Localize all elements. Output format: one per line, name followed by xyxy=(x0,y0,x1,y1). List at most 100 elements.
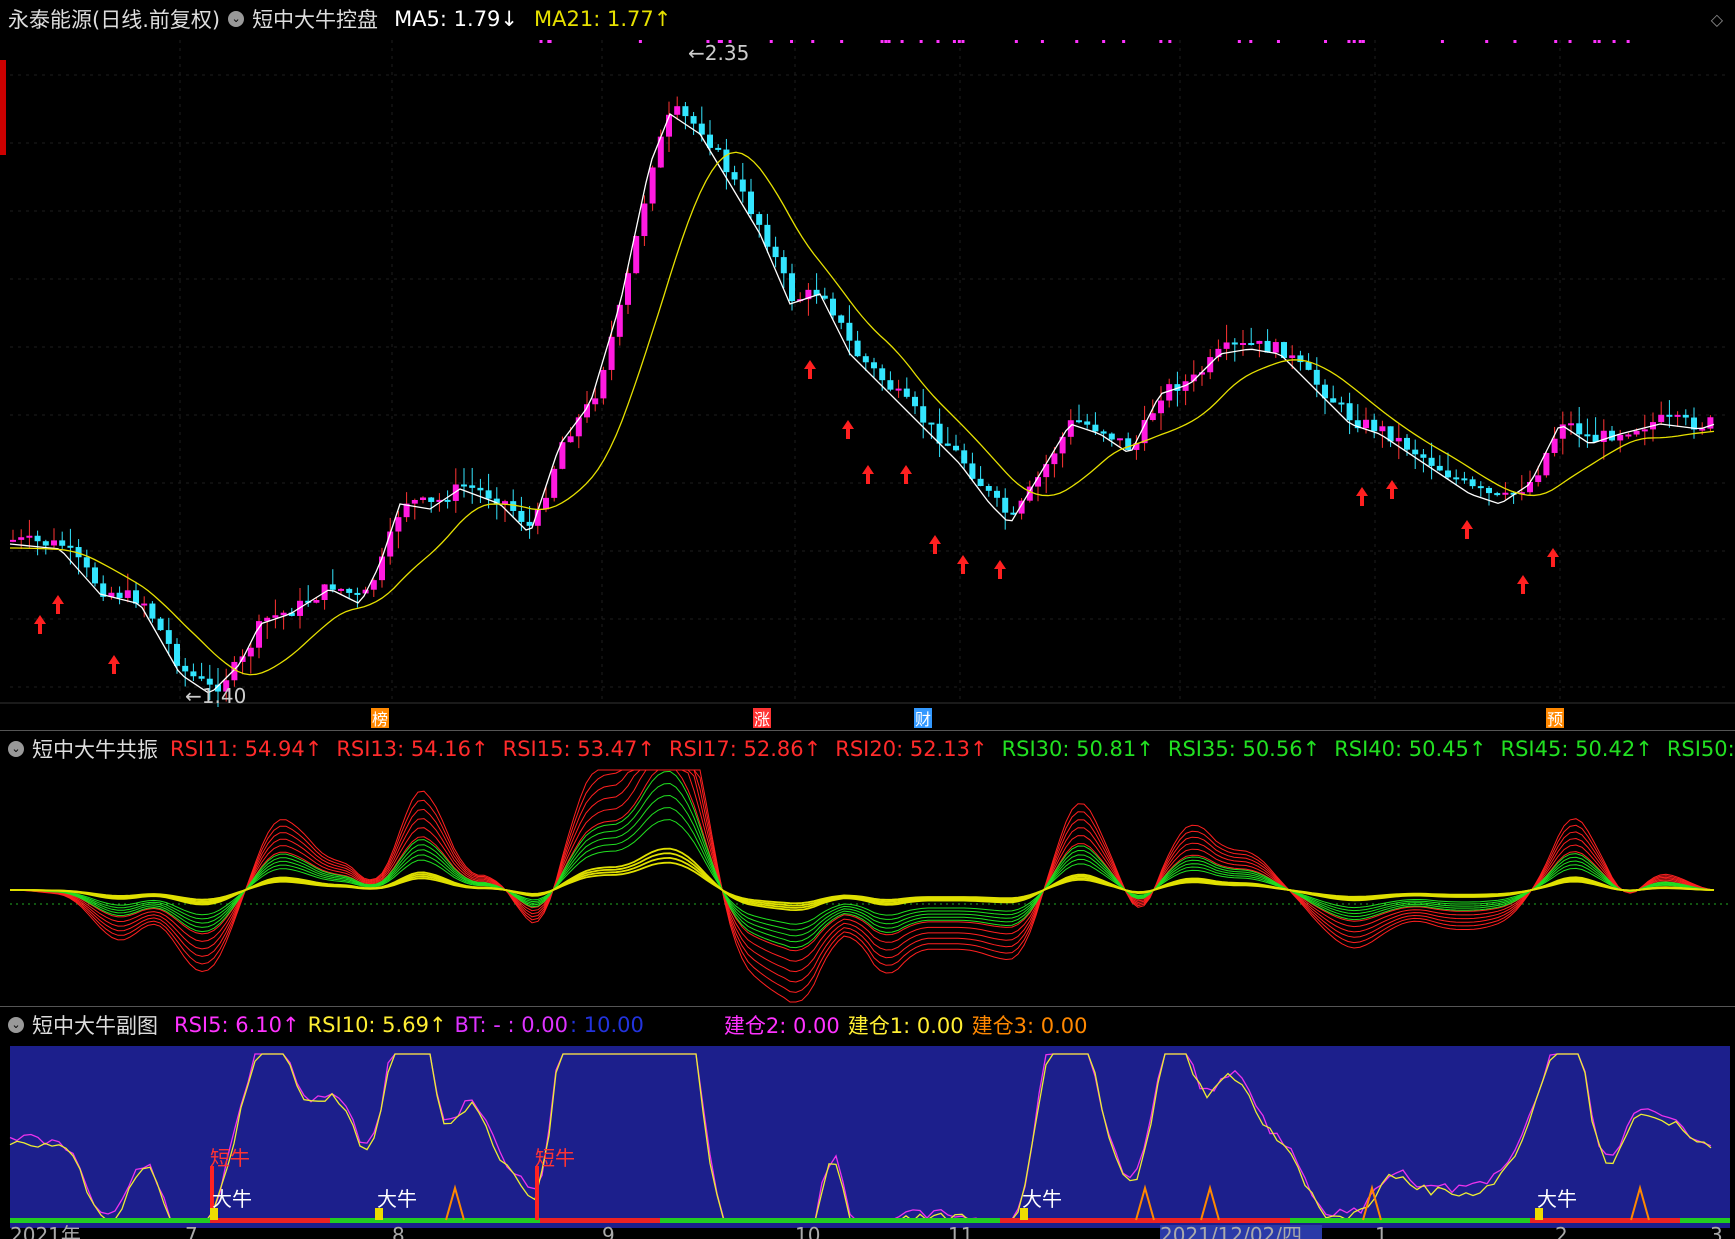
signal-dot xyxy=(919,40,923,43)
candle-up xyxy=(420,497,426,500)
candle-up xyxy=(641,203,648,237)
signal-dot xyxy=(1168,40,1172,43)
rsi-line xyxy=(9,770,1715,949)
candle-up xyxy=(247,647,254,657)
rsi-line xyxy=(9,769,1715,983)
signal-dot xyxy=(1237,40,1241,43)
candle-down xyxy=(944,443,951,446)
buy-arrow-icon xyxy=(994,560,1006,579)
candle-up xyxy=(1625,434,1632,437)
signal-dot xyxy=(728,40,732,43)
resonance-panel[interactable]: ⌄ 短中大牛共振 RSI11: 54.94↑ RSI13: 54.16↑ RSI15… xyxy=(0,730,1735,1007)
signal-dot xyxy=(887,40,891,43)
rsi-resonance-chart xyxy=(9,769,1730,1003)
signal-dot xyxy=(1626,40,1630,43)
candle-up xyxy=(633,236,640,274)
sub-chart-bg xyxy=(10,1046,1730,1228)
candle-down xyxy=(739,179,746,192)
candle-down xyxy=(723,149,730,173)
candle-up xyxy=(395,517,402,532)
event-marker-label: 榜 xyxy=(372,710,388,729)
candle-down xyxy=(1313,369,1320,385)
signal-label: 大牛 xyxy=(1537,1187,1577,1211)
buy-arrow-icon xyxy=(900,465,912,484)
candle-down xyxy=(698,123,705,135)
ma5-line xyxy=(9,113,1715,694)
candle-down xyxy=(1445,470,1451,478)
signal-dot xyxy=(1347,40,1351,43)
price-panel[interactable]: 永泰能源(日线.前复权) ⌄ 短中大牛控盘 MA5: 1.79↓ MA21: 1… xyxy=(0,0,1735,731)
candle-down xyxy=(92,567,98,584)
buy-arrow-icon xyxy=(1517,575,1529,594)
candle-down xyxy=(1428,457,1435,466)
candle-down xyxy=(42,541,49,546)
candle-down xyxy=(969,463,976,479)
candle-up xyxy=(1051,453,1058,465)
signal-dot xyxy=(1276,40,1280,43)
signal-dot xyxy=(1597,40,1601,43)
candle-down xyxy=(1346,403,1353,421)
candle-down xyxy=(1453,477,1460,480)
candle-down xyxy=(830,298,836,316)
candle-up xyxy=(1568,423,1574,426)
candle-up xyxy=(1674,414,1681,417)
signal-label: 大牛 xyxy=(212,1187,252,1211)
x-axis-label: 9 xyxy=(602,1223,615,1239)
candle-down xyxy=(1666,414,1673,417)
signal-dot xyxy=(1554,40,1558,43)
candle-up xyxy=(1158,400,1164,414)
candle-down xyxy=(444,499,451,502)
candle-down xyxy=(1436,465,1443,471)
candle-up xyxy=(1223,342,1230,349)
candle-down xyxy=(772,246,779,258)
candle-down xyxy=(1584,434,1591,437)
candle-down xyxy=(1231,342,1238,345)
candle-down xyxy=(1248,343,1255,346)
candle-down xyxy=(764,224,771,247)
candle-up xyxy=(26,535,33,538)
high-price-label: ←2.35 xyxy=(688,41,749,65)
candle-down xyxy=(1477,486,1484,489)
candle-down xyxy=(1412,449,1419,455)
candle-up xyxy=(313,600,320,603)
sub-panel[interactable]: ⌄ 短中大牛副图 RSI5: 6.10↑ RSI10: 5.69↑ BT: - … xyxy=(0,1006,1735,1239)
buy-arrow-icon xyxy=(804,360,816,379)
signal-dot xyxy=(957,40,961,43)
candle-up xyxy=(51,540,57,546)
candle-up xyxy=(543,497,549,510)
signal-dot xyxy=(1249,40,1253,43)
candle-down xyxy=(690,116,697,124)
candle-down xyxy=(1125,438,1132,450)
candle-down xyxy=(953,445,959,451)
low-price-label: ←1.40 xyxy=(185,684,246,708)
candle-down xyxy=(1576,423,1583,435)
candle-down xyxy=(903,388,910,397)
buy-arrow-icon xyxy=(957,555,969,574)
signal-dot xyxy=(880,40,884,43)
signal-dot xyxy=(1568,40,1572,43)
candle-down xyxy=(920,406,927,423)
candle-up xyxy=(1535,475,1542,483)
candle-up xyxy=(592,398,599,405)
x-axis-label: 2021/12/02/四 xyxy=(1160,1223,1302,1239)
buy-arrow-icon xyxy=(108,655,120,674)
candle-down xyxy=(871,362,877,369)
signal-label: 短牛 xyxy=(210,1146,250,1170)
candle-down xyxy=(789,273,795,302)
candle-up xyxy=(575,417,582,437)
baseline-red xyxy=(1530,1218,1680,1223)
candle-up xyxy=(1272,342,1279,353)
candle-down xyxy=(977,478,984,487)
signal-dot xyxy=(1159,40,1163,43)
rsi-line xyxy=(9,769,1715,1003)
candle-down xyxy=(756,214,763,225)
signal-dot xyxy=(1358,40,1362,43)
signal-dot xyxy=(1513,40,1517,43)
x-axis-label: 7 xyxy=(185,1223,198,1239)
candle-down xyxy=(780,257,787,274)
candle-up xyxy=(1395,437,1402,442)
signal-dot xyxy=(1593,40,1597,43)
candle-down xyxy=(190,671,197,677)
candle-down xyxy=(985,486,992,491)
candle-down xyxy=(748,191,754,215)
